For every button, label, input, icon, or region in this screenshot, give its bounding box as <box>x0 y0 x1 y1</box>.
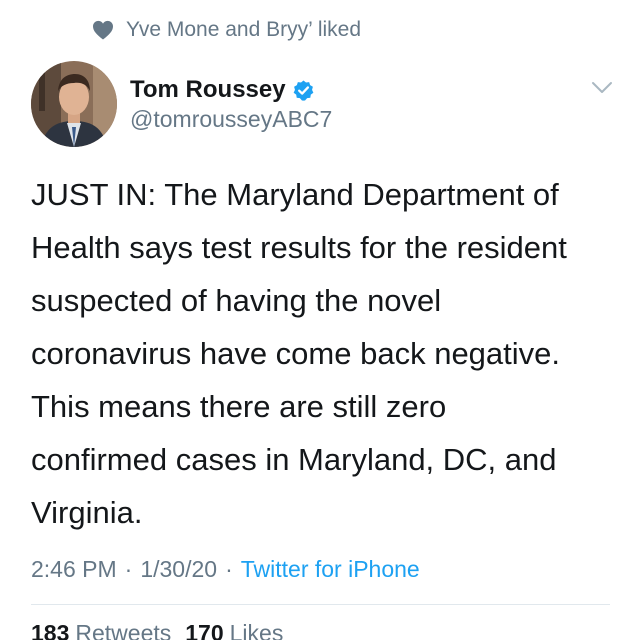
tweet-text: JUST IN: The Maryland Department of Heal… <box>31 168 627 539</box>
tweet-time: 2:46 PM <box>31 555 117 582</box>
social-context[interactable]: Yve Mone and Bryy’ liked <box>92 16 361 44</box>
tweet-meta: 2:46 PM · 1/30/20 · Twitter for iPhone <box>31 552 420 586</box>
liked-by-text: Yve Mone and Bryy’ liked <box>126 18 362 41</box>
author-handle[interactable]: @tomrousseyABC7 <box>130 106 332 133</box>
tweet-date: 1/30/20 <box>140 555 218 582</box>
tweet-text-line: coronavirus have come back negative. <box>31 336 561 371</box>
meta-separator: · <box>225 555 233 582</box>
tweet-stats: 183 Retweets 170 Likes <box>31 620 297 640</box>
likes-label[interactable]: Likes <box>230 620 284 640</box>
divider <box>31 604 610 605</box>
retweets-count[interactable]: 183 <box>31 620 69 640</box>
avatar[interactable] <box>31 61 117 147</box>
likes-count[interactable]: 170 <box>185 620 223 640</box>
author-display-name[interactable]: Tom Roussey <box>130 76 286 104</box>
retweets-label[interactable]: Retweets <box>75 620 171 640</box>
tweet-text-line: This means there are still zero <box>31 389 447 424</box>
chevron-down-icon[interactable] <box>590 80 614 96</box>
tweet-text-line: Health says test results for the residen… <box>31 230 567 265</box>
verified-badge-icon <box>293 79 313 101</box>
tweet-text-line: JUST IN: The Maryland Department of <box>31 177 559 212</box>
meta-separator: · <box>124 555 133 582</box>
tweet-text-line: Virginia. <box>31 495 143 530</box>
author-name-row[interactable]: Tom Roussey <box>130 74 315 106</box>
heart-icon <box>93 20 113 40</box>
tweet-text-line: confirmed cases in Maryland, DC, and <box>31 442 557 477</box>
tweet-text-line: suspected of having the novel <box>31 283 442 318</box>
tweet-source-link[interactable]: Twitter for iPhone <box>241 556 420 583</box>
